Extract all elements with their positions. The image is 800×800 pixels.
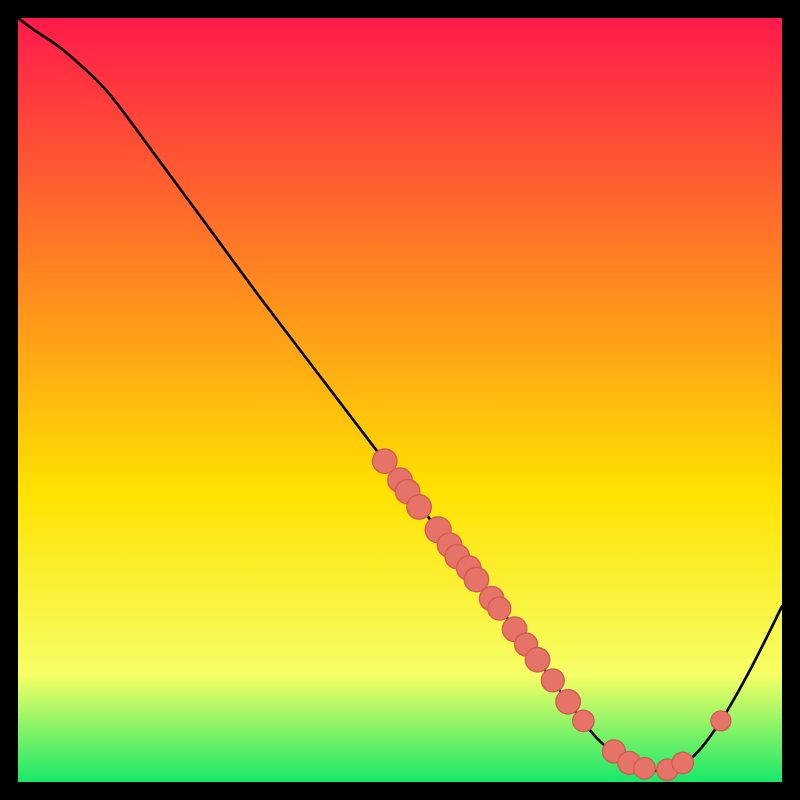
data-marker — [407, 495, 431, 519]
bottleneck-chart — [18, 18, 782, 782]
data-marker — [525, 648, 549, 672]
data-marker — [541, 669, 564, 692]
gradient-background — [18, 18, 782, 782]
chart-frame: TheBottleneck.com — [18, 18, 782, 782]
data-marker — [672, 752, 693, 773]
data-marker — [573, 710, 594, 731]
data-marker — [711, 711, 731, 731]
data-marker — [634, 758, 655, 779]
data-marker — [488, 597, 511, 620]
data-marker — [556, 690, 580, 714]
